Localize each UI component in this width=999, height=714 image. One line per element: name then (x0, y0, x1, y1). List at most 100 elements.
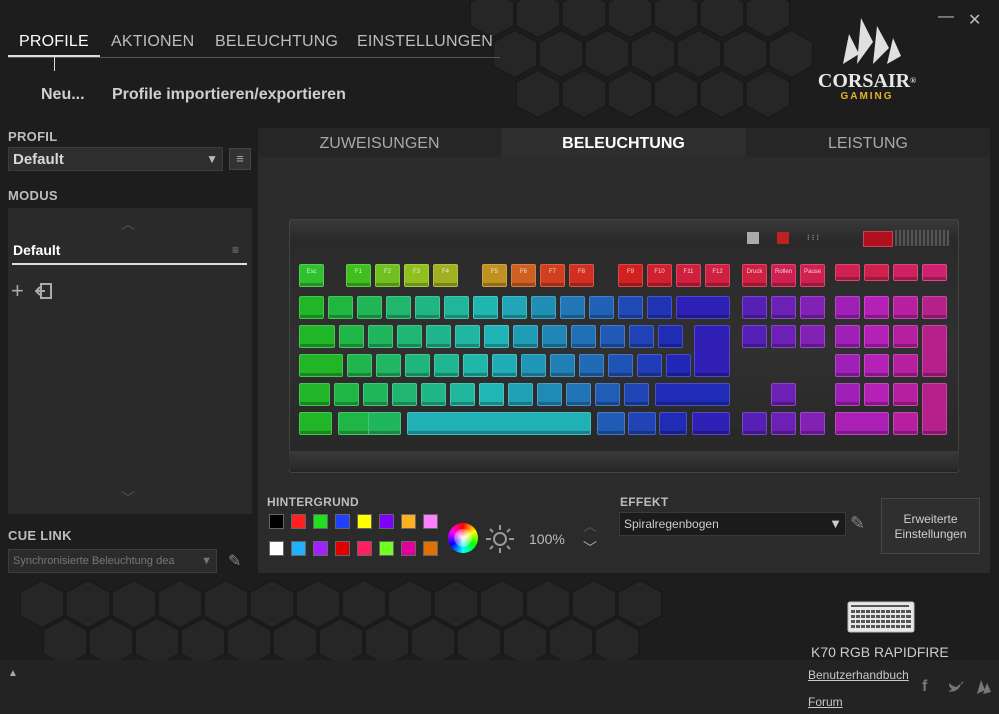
keyboard-key[interactable] (444, 296, 469, 319)
keyboard-key[interactable] (655, 383, 730, 406)
keyboard-key[interactable]: F3 (404, 264, 429, 287)
color-swatch[interactable] (379, 514, 394, 529)
keyboard-key[interactable]: F2 (375, 264, 400, 287)
color-swatch[interactable] (401, 514, 416, 529)
keyboard-key[interactable] (339, 325, 364, 348)
keyboard-key[interactable] (537, 383, 562, 406)
brightness-icon[interactable] (485, 524, 515, 554)
color-swatch[interactable] (335, 541, 350, 556)
import-export-link[interactable]: Profile importieren/exportieren (112, 86, 346, 104)
keyboard-key[interactable] (922, 325, 947, 377)
keyboard-key[interactable] (835, 383, 860, 406)
color-swatch[interactable] (357, 541, 372, 556)
keyboard-key[interactable] (637, 354, 662, 377)
color-swatch[interactable] (291, 514, 306, 529)
keyboard-key[interactable] (299, 296, 324, 319)
keyboard-key[interactable] (347, 354, 372, 377)
keyboard-key[interactable] (426, 325, 451, 348)
keyboard-key[interactable] (608, 354, 633, 377)
keyboard-key[interactable] (800, 412, 825, 435)
corsair-sails-icon[interactable] (975, 678, 993, 696)
export-icon[interactable] (35, 282, 53, 300)
keyboard-key[interactable] (421, 383, 446, 406)
minimize-button[interactable]: — (938, 8, 954, 26)
color-swatch[interactable] (269, 514, 284, 529)
keyboard-key[interactable] (800, 296, 825, 319)
keyboard-key[interactable] (658, 325, 683, 348)
keyboard-key[interactable] (618, 296, 643, 319)
keyboard-key[interactable] (334, 383, 359, 406)
keyboard-key[interactable] (338, 412, 371, 435)
keyboard-key[interactable]: F6 (511, 264, 536, 287)
color-swatch[interactable] (401, 541, 416, 556)
keyboard-key[interactable] (893, 264, 918, 281)
keyboard-key[interactable] (407, 412, 591, 435)
keyboard-key[interactable] (597, 412, 625, 435)
keyboard-key[interactable] (571, 325, 596, 348)
subtab-performance[interactable]: LEISTUNG (746, 128, 990, 157)
keyboard-key[interactable] (455, 325, 480, 348)
color-wheel-icon[interactable] (448, 523, 478, 553)
keyboard-key[interactable] (666, 354, 691, 377)
keyboard-key[interactable] (566, 383, 591, 406)
volume-roller[interactable] (895, 230, 949, 246)
keyboard-device-icon[interactable] (847, 601, 915, 633)
keyboard-key[interactable] (434, 354, 459, 377)
color-swatch[interactable] (423, 541, 438, 556)
keyboard-key[interactable] (299, 383, 330, 406)
keyboard-key[interactable] (508, 383, 533, 406)
keyboard-key[interactable]: F11 (676, 264, 701, 287)
keyboard-key[interactable] (521, 354, 546, 377)
keyboard-key[interactable] (492, 354, 517, 377)
keyboard-key[interactable] (550, 354, 575, 377)
keyboard-key[interactable]: Rollen (771, 264, 796, 287)
keyboard-key[interactable]: F8 (569, 264, 594, 287)
keyboard-key[interactable] (771, 383, 796, 406)
keyboard-key[interactable] (647, 296, 672, 319)
keyboard-key[interactable] (742, 325, 767, 348)
keyboard-key[interactable] (376, 354, 401, 377)
keyboard-key[interactable] (405, 354, 430, 377)
keyboard-key[interactable] (479, 383, 504, 406)
twitter-icon[interactable] (947, 680, 965, 694)
keyboard-key[interactable]: Druck (742, 264, 767, 287)
keyboard-key[interactable]: F5 (482, 264, 507, 287)
keyboard-key[interactable] (363, 383, 388, 406)
color-swatch[interactable] (291, 541, 306, 556)
keyboard-key[interactable] (864, 296, 889, 319)
brightness-up-icon[interactable]: ︿ (583, 516, 597, 536)
keyboard-key[interactable]: Esc (299, 264, 324, 287)
nav-tab-profile[interactable]: PROFILE (19, 33, 89, 51)
mode-item-default[interactable]: Default (13, 242, 60, 258)
advanced-settings-button[interactable]: Erweiterte Einstellungen (881, 498, 980, 554)
keyboard-key[interactable] (629, 325, 654, 348)
keyboard-key[interactable] (835, 354, 860, 377)
keyboard-key[interactable] (392, 383, 417, 406)
keyboard-key[interactable] (415, 296, 440, 319)
keyboard-key[interactable]: F7 (540, 264, 565, 287)
keyboard-key[interactable]: F12 (705, 264, 730, 287)
keyboard-key[interactable]: Pause (800, 264, 825, 287)
keyboard-key[interactable] (513, 325, 538, 348)
forum-link[interactable]: Forum (808, 695, 843, 709)
keyboard-key[interactable] (742, 412, 767, 435)
keyboard-key[interactable] (600, 325, 625, 348)
nav-tab-settings[interactable]: EINSTELLUNGEN (357, 33, 493, 51)
keyboard-key[interactable] (864, 354, 889, 377)
keyboard-key[interactable] (893, 296, 918, 319)
keyboard-key[interactable] (595, 383, 620, 406)
keyboard-key[interactable] (624, 383, 649, 406)
keyboard-key[interactable] (922, 383, 947, 435)
keyboard-key[interactable] (368, 412, 401, 435)
keyboard-key[interactable] (835, 412, 889, 435)
profile-select[interactable]: Default ▼ (8, 147, 223, 171)
keyboard-key[interactable] (560, 296, 585, 319)
keyboard-key[interactable] (771, 325, 796, 348)
keyboard-key[interactable]: F10 (647, 264, 672, 287)
keyboard-key[interactable] (368, 325, 393, 348)
keyboard-key[interactable] (835, 296, 860, 319)
color-swatch[interactable] (313, 514, 328, 529)
nav-tab-lighting[interactable]: BELEUCHTUNG (215, 33, 338, 51)
color-swatch[interactable] (357, 514, 372, 529)
keyboard-key[interactable] (542, 325, 567, 348)
